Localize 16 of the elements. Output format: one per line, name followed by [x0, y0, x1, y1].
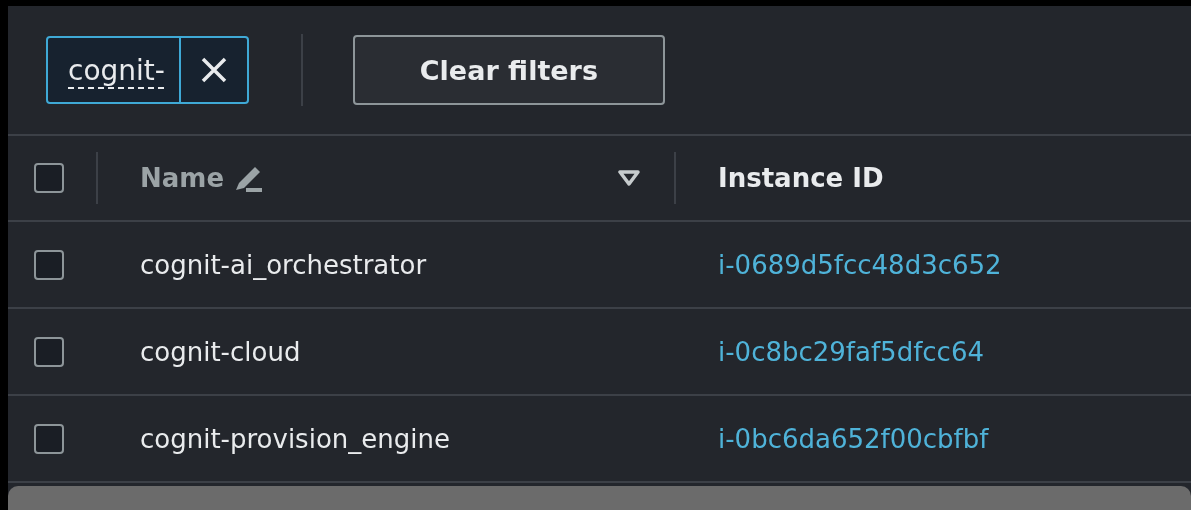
instance-id-link[interactable]: i-0689d5fcc48d3c652 [718, 249, 1002, 280]
instance-name: cognit-ai_orchestrator [140, 249, 427, 280]
instance-name: cognit-cloud [140, 336, 301, 367]
column-header[interactable]: Instance ID [718, 163, 884, 193]
clear-filters-button[interactable]: Clear filters [352, 35, 665, 105]
row-checkbox[interactable] [34, 336, 64, 367]
filter-token-text: cognit- [48, 38, 181, 102]
column-header[interactable]: Name [140, 163, 225, 193]
row-checkbox[interactable] [34, 249, 64, 280]
row-checkbox[interactable] [34, 423, 64, 454]
instance-id-link[interactable]: i-0c8bc29faf5dfcc64 [718, 336, 984, 367]
select-all-checkbox[interactable] [34, 163, 64, 193]
instance-id-link[interactable]: i-0bc6da652f00cbfbf [718, 423, 989, 454]
horizontal-scrollbar[interactable] [8, 486, 1191, 510]
instance-name: cognit-provision_engine [140, 423, 450, 454]
filter-triangle-icon[interactable] [618, 170, 640, 186]
